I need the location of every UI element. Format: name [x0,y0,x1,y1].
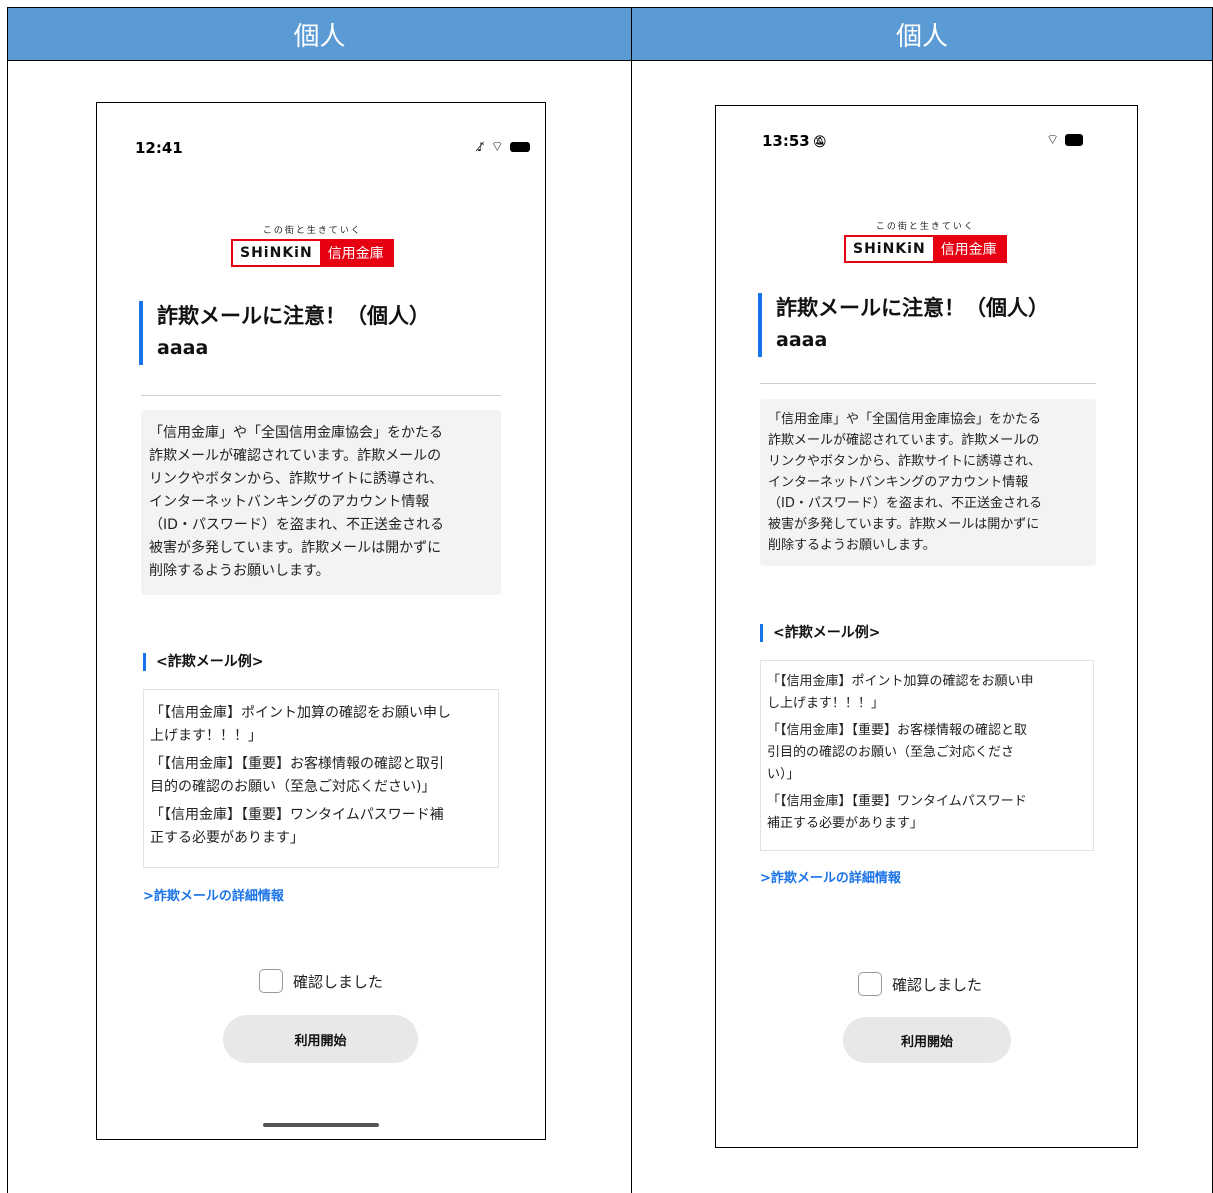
logo-jp: 信用金庫 [319,241,392,265]
column-header: 個人 [632,8,1212,61]
confirm-checkbox[interactable] [259,969,283,993]
warning-notice: 「信用金庫」や「全国信用金庫協会」をかたる 詐欺メールが確認されています。詐欺メ… [760,399,1096,566]
details-link[interactable]: >詐欺メールの詳細情報 [760,867,901,886]
wifi-icon: ⌔ [1046,132,1060,148]
silent-bell-icon: 🔕︎ [812,134,827,148]
status-time: 12:41 [135,139,183,157]
logo-tagline: この街と生きていく [875,222,975,232]
example-item: 「【信用金庫】【重要】お客様情報の確認と取 引目的の確認のお願い（至急ご対応くだ… [767,723,1028,782]
status-time: 13:53 [762,132,810,150]
phone-screenshot: 12:41 ♪̸ ⌔ この街と生きていく SHiNKiN 信用金庫 詐欺メールに… [96,102,546,1140]
example-item: 「【信用金庫】ポイント加算の確認をお願い申 し上げます！！！」 [767,674,1034,711]
logo-jp: 信用金庫 [932,237,1005,261]
brand-logo: この街と生きていく SHiNKiN 信用金庫 [231,223,394,267]
start-button[interactable]: 利用開始 [843,1017,1011,1063]
column-left: 個人 12:41 ♪̸ ⌔ この街と生きていく SHiNKiN 信用金庫 詐欺メ… [7,7,631,1193]
divider [141,395,501,396]
logo-en: SHiNKiN [233,241,320,265]
example-item: 「【信用金庫】【重要】ワンタイムパスワード補 正する必要があります」 [150,807,444,846]
example-item: 「【信用金庫】【重要】お客様情報の確認と取引 目的の確認のお願い（至急ご対応くだ… [150,756,444,795]
logo-mark: SHiNKiN 信用金庫 [844,235,1007,263]
status-icons: ♪̸ ⌔ [477,140,530,154]
page-title: 詐欺メールに注意！（個人） [776,296,1049,320]
confirm-row[interactable]: 確認しました [858,972,982,996]
divider [760,383,1096,384]
confirm-checkbox[interactable] [858,972,882,996]
start-button[interactable]: 利用開始 [223,1015,418,1063]
battery-icon [1065,134,1084,146]
confirm-label[interactable]: 確認しました [293,971,383,992]
silent-icon: ♪̸ [477,140,485,154]
details-link[interactable]: >詐欺メールの詳細情報 [143,885,284,904]
phone-screenshot: 13:53 🔕︎ ⌔ この街と生きていく SHiNKiN 信用金庫 詐欺メールに… [715,105,1138,1148]
status-icons: ⌔ [1046,132,1084,148]
page-title-block: 詐欺メールに注意！（個人） aaaa [758,293,1049,357]
brand-logo: この街と生きていく SHiNKiN 信用金庫 [844,219,1007,263]
warning-notice: 「信用金庫」や「全国信用金庫協会」をかたる 詐欺メールが確認されています。詐欺メ… [141,410,501,595]
status-time-row: 13:53 🔕︎ [762,132,827,150]
confirm-label[interactable]: 確認しました [892,974,982,995]
examples-box: 「【信用金庫】ポイント加算の確認をお願い申し 上げます！！！」 「【信用金庫】【… [143,689,499,868]
examples-heading: <詐欺メール例> [760,624,880,642]
page-title-block: 詐欺メールに注意！（個人） aaaa [139,301,430,365]
logo-mark: SHiNKiN 信用金庫 [231,239,394,267]
column-header: 個人 [8,8,631,61]
confirm-row[interactable]: 確認しました [259,969,383,993]
home-indicator [263,1123,379,1127]
column-right: 個人 13:53 🔕︎ ⌔ この街と生きていく SHiNKiN 信用金庫 詐欺メ… [631,7,1213,1193]
page-subtitle: aaaa [776,329,828,351]
page-subtitle: aaaa [157,337,209,359]
battery-icon [509,142,530,152]
comparison-table: 個人 12:41 ♪̸ ⌔ この街と生きていく SHiNKiN 信用金庫 詐欺メ… [7,7,1213,1193]
logo-en: SHiNKiN [846,237,933,261]
logo-tagline: この街と生きていく [262,226,362,236]
examples-heading: <詐欺メール例> [143,653,263,671]
example-item: 「【信用金庫】ポイント加算の確認をお願い申し 上げます！！！」 [150,705,451,744]
example-item: 「【信用金庫】【重要】ワンタイムパスワード 補正する必要があります」 [767,794,1027,831]
wifi-icon: ⌔ [490,139,504,155]
examples-box: 「【信用金庫】ポイント加算の確認をお願い申 し上げます！！！」 「【信用金庫】【… [760,660,1094,851]
page-title: 詐欺メールに注意！（個人） [157,304,430,328]
